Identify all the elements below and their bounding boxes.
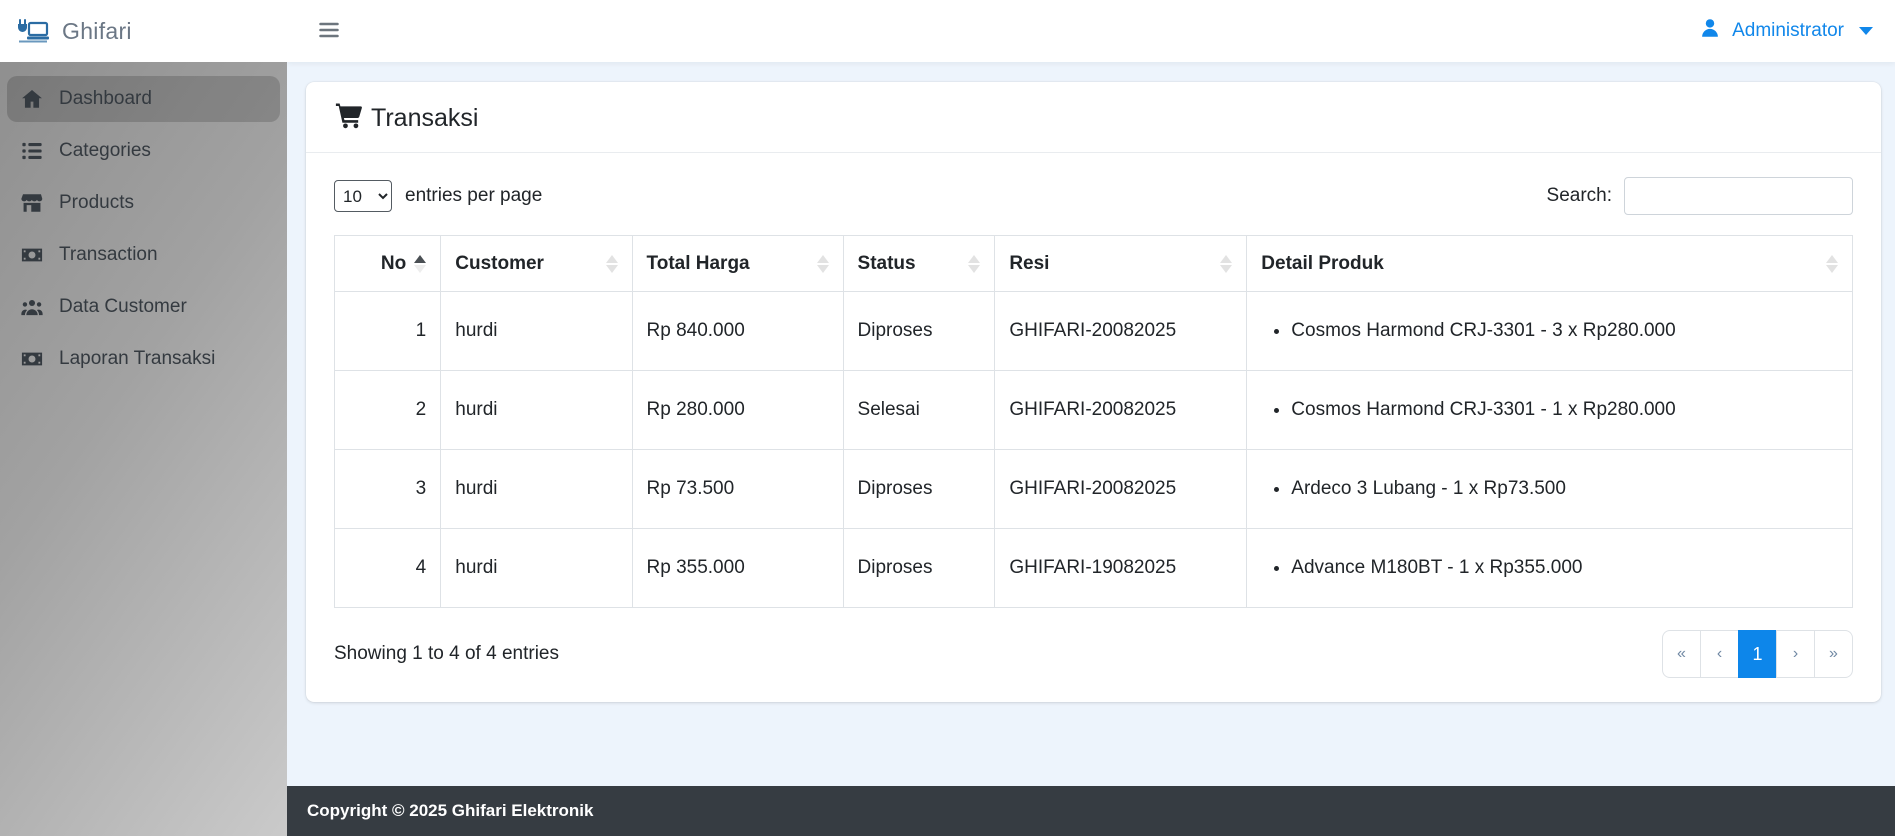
money-bill-icon: [20, 348, 44, 370]
sort-icon: [414, 255, 426, 273]
users-icon: [20, 296, 44, 318]
column-header-detail-produk[interactable]: Detail Produk: [1247, 236, 1853, 292]
sort-icon: [1212, 255, 1232, 273]
table-row: 1 hurdi Rp 840.000 Diproses GHIFARI-2008…: [335, 292, 1853, 371]
main-content: Transaksi 10 entries per page Search:: [287, 62, 1895, 786]
transactions-table-wrap: No Customer Total Harga: [334, 235, 1853, 608]
caret-down-icon: [1859, 27, 1873, 35]
sidebar-item-label: Laporan Transaksi: [59, 348, 215, 370]
search-control: Search:: [1547, 177, 1853, 215]
column-header-total-harga[interactable]: Total Harga: [632, 236, 843, 292]
sidebar-item-label: Categories: [59, 140, 151, 162]
cell-status: Diproses: [843, 529, 995, 608]
sidebar-toggle-button[interactable]: [317, 18, 341, 45]
card-body: 10 entries per page Search:: [306, 153, 1881, 702]
table-row: 2 hurdi Rp 280.000 Selesai GHIFARI-20082…: [335, 371, 1853, 450]
page-title: Transaksi: [371, 104, 478, 133]
store-icon: [20, 192, 44, 214]
cell-customer: hurdi: [441, 529, 632, 608]
footer: Copyright © 2025 Ghifari Elektronik: [287, 786, 1895, 836]
cell-status: Selesai: [843, 371, 995, 450]
sidebar: Ghifari Dashboard Categories: [0, 0, 287, 836]
shopping-cart-icon: [334, 102, 363, 134]
sidebar-item-data-customer[interactable]: Data Customer: [7, 284, 280, 330]
hamburger-icon: [317, 18, 341, 45]
table-row: 3 hurdi Rp 73.500 Diproses GHIFARI-20082…: [335, 450, 1853, 529]
cell-no: 1: [335, 292, 441, 371]
home-icon: [20, 88, 44, 110]
sidebar-nav: Dashboard Categories Products: [0, 62, 287, 382]
entries-per-page-select[interactable]: 10: [334, 180, 392, 212]
per-page-control: 10 entries per page: [334, 180, 542, 212]
card-header: Transaksi: [306, 82, 1881, 153]
transactions-table: No Customer Total Harga: [334, 235, 1853, 608]
sort-icon: [1818, 255, 1838, 273]
sidebar-item-label: Products: [59, 192, 134, 214]
copyright-text: Copyright © 2025 Ghifari Elektronik: [307, 801, 594, 821]
search-label: Search:: [1547, 185, 1612, 207]
brand-name: Ghifari: [62, 18, 132, 45]
table-controls: 10 entries per page Search:: [334, 177, 1853, 215]
per-page-label: entries per page: [405, 185, 542, 207]
search-input[interactable]: [1624, 177, 1853, 215]
table-row: 4 hurdi Rp 355.000 Diproses GHIFARI-1908…: [335, 529, 1853, 608]
pagination-page-1-button[interactable]: 1: [1738, 630, 1777, 678]
entries-info: Showing 1 to 4 of 4 entries: [334, 643, 559, 665]
cell-total-harga: Rp 355.000: [632, 529, 843, 608]
topbar: Administrator: [287, 0, 1895, 62]
user-menu[interactable]: Administrator: [1699, 17, 1873, 45]
transaksi-card: Transaksi 10 entries per page Search:: [306, 82, 1881, 702]
sidebar-item-label: Transaction: [59, 244, 158, 266]
cell-resi: GHIFARI-19082025: [995, 529, 1247, 608]
cell-status: Diproses: [843, 450, 995, 529]
cell-no: 2: [335, 371, 441, 450]
sort-icon: [598, 255, 618, 273]
sidebar-item-dashboard[interactable]: Dashboard: [7, 76, 280, 122]
cell-customer: hurdi: [441, 371, 632, 450]
table-footer: Showing 1 to 4 of 4 entries « ‹ 1 › »: [334, 630, 1853, 678]
pagination: « ‹ 1 › »: [1662, 630, 1853, 678]
cell-detail-produk: Cosmos Harmond CRJ-3301 - 3 x Rp280.000: [1247, 292, 1853, 371]
table-header-row: No Customer Total Harga: [335, 236, 1853, 292]
cell-total-harga: Rp 73.500: [632, 450, 843, 529]
cell-detail-produk: Cosmos Harmond CRJ-3301 - 1 x Rp280.000: [1247, 371, 1853, 450]
column-header-no[interactable]: No: [335, 236, 441, 292]
column-header-customer[interactable]: Customer: [441, 236, 632, 292]
brand[interactable]: Ghifari: [0, 0, 287, 62]
sidebar-item-transaction[interactable]: Transaction: [7, 232, 280, 278]
person-icon: [1699, 17, 1721, 45]
column-header-resi[interactable]: Resi: [995, 236, 1247, 292]
pagination-next-button[interactable]: ›: [1776, 630, 1815, 678]
pagination-first-button[interactable]: «: [1662, 630, 1701, 678]
cell-customer: hurdi: [441, 450, 632, 529]
sort-icon: [809, 255, 829, 273]
sidebar-item-label: Dashboard: [59, 88, 152, 110]
user-name: Administrator: [1732, 20, 1844, 42]
cell-detail-produk: Ardeco 3 Lubang - 1 x Rp73.500: [1247, 450, 1853, 529]
cell-detail-produk: Advance M180BT - 1 x Rp355.000: [1247, 529, 1853, 608]
sort-icon: [960, 255, 980, 273]
cell-no: 3: [335, 450, 441, 529]
cell-total-harga: Rp 280.000: [632, 371, 843, 450]
money-bill-icon: [20, 244, 44, 266]
sidebar-item-label: Data Customer: [59, 296, 187, 318]
cell-customer: hurdi: [441, 292, 632, 371]
column-header-status[interactable]: Status: [843, 236, 995, 292]
cell-total-harga: Rp 840.000: [632, 292, 843, 371]
pagination-last-button[interactable]: »: [1814, 630, 1853, 678]
cell-status: Diproses: [843, 292, 995, 371]
sidebar-item-products[interactable]: Products: [7, 180, 280, 226]
sidebar-item-categories[interactable]: Categories: [7, 128, 280, 174]
brand-logo-icon: [16, 18, 50, 44]
cell-resi: GHIFARI-20082025: [995, 292, 1247, 371]
list-icon: [20, 140, 44, 162]
pagination-prev-button[interactable]: ‹: [1700, 630, 1739, 678]
sidebar-item-laporan-transaksi[interactable]: Laporan Transaksi: [7, 336, 280, 382]
cell-resi: GHIFARI-20082025: [995, 450, 1247, 529]
cell-resi: GHIFARI-20082025: [995, 371, 1247, 450]
cell-no: 4: [335, 529, 441, 608]
